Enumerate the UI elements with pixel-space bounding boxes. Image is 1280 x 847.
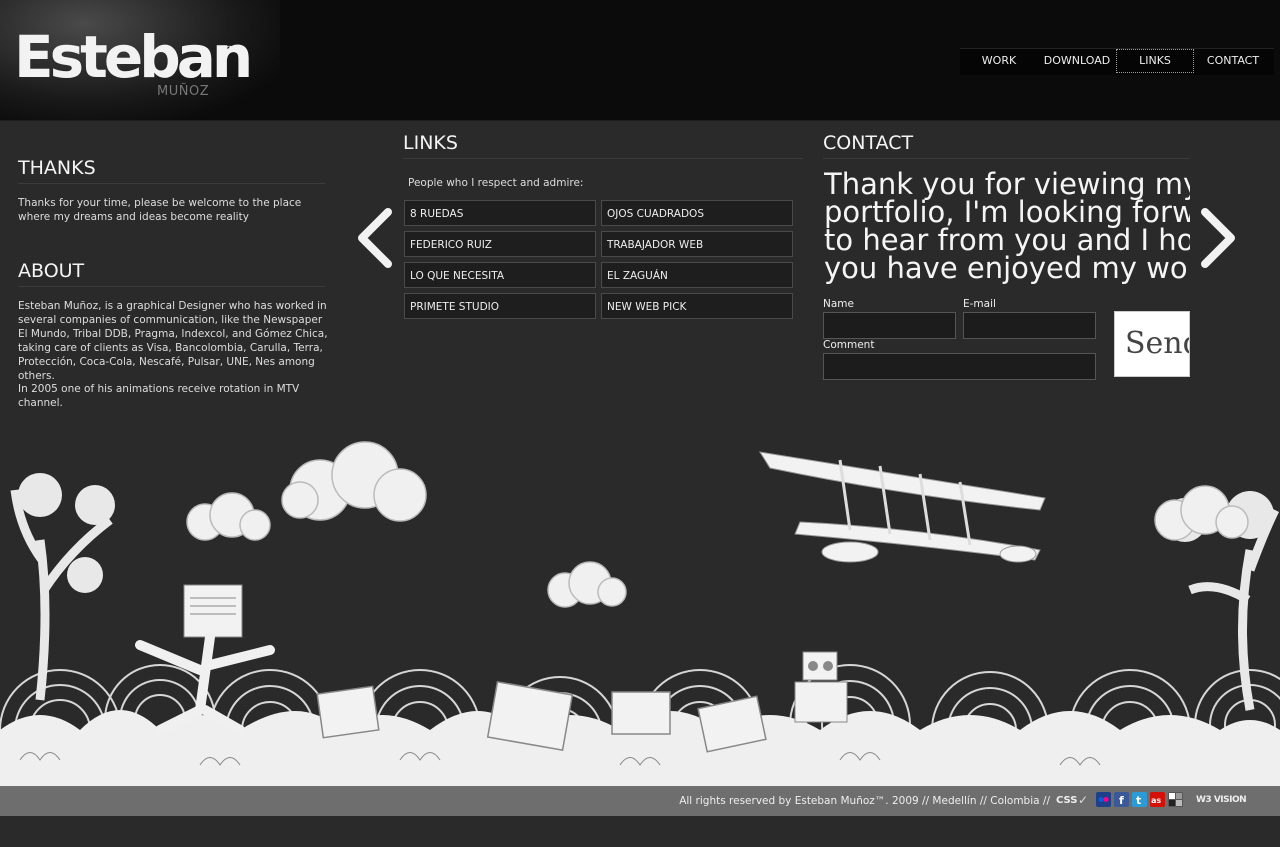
logo-subtitle: MUÑOZ <box>157 84 210 99</box>
nav-item-download[interactable]: DOWNLOAD <box>1038 49 1116 73</box>
delicious-icon[interactable] <box>1168 792 1183 807</box>
svg-text:as: as <box>1151 796 1161 805</box>
chevron-right-icon <box>1201 208 1235 268</box>
contact-message-line: you have enjoyed my work. <box>824 251 1190 285</box>
link-primete-studio[interactable]: PRIMETE STUDIO <box>404 293 596 319</box>
css-valid-badge[interactable]: CSS <box>1056 795 1077 806</box>
contact-message-line: to hear from you and I hope <box>824 223 1190 257</box>
link-8-ruedas[interactable]: 8 RUEDAS <box>404 200 596 226</box>
tree-crown <box>67 557 103 593</box>
logo-trademark: ™ <box>223 44 237 60</box>
flickr-icon[interactable] <box>1096 792 1111 807</box>
main-nav: WORK DOWNLOAD LINKS CONTACT <box>960 48 1274 75</box>
email-label: E-mail <box>963 298 996 310</box>
svg-text:t: t <box>1136 794 1141 807</box>
links-intro: People who I respect and admire: <box>408 177 584 189</box>
facebook-icon[interactable]: f <box>1114 792 1129 807</box>
name-label: Name <box>823 298 854 310</box>
footer-brand-logo[interactable]: W3 VISION <box>1196 795 1247 805</box>
site-footer: All rights reserved by Esteban Muñoz™. 2… <box>0 786 1280 816</box>
contact-message: Thank you for viewing my portfolio, I'm … <box>824 170 1190 290</box>
nav-item-links[interactable]: LINKS <box>1116 49 1194 73</box>
contact-message-line: Thank you for viewing my <box>824 170 1190 201</box>
site-logo[interactable]: Esteban ™ MUÑOZ <box>14 26 253 106</box>
comment-field[interactable] <box>823 353 1096 380</box>
contact-message-line: portfolio, I'm looking forwar <box>824 195 1190 229</box>
link-ojos-cuadrados[interactable]: OJOS CUADRADOS <box>601 200 793 226</box>
email-field[interactable] <box>963 312 1096 339</box>
airplane <box>758 451 1046 563</box>
nav-item-work[interactable]: WORK <box>960 49 1038 73</box>
thanks-text: Thanks for your time, please be welcome … <box>18 197 302 223</box>
link-lo-que-necesita[interactable]: LO QUE NECESITA <box>404 262 596 288</box>
about-heading: ABOUT <box>18 260 325 287</box>
name-field[interactable] <box>823 312 956 339</box>
robot <box>794 651 848 723</box>
cloud <box>1154 485 1249 541</box>
send-button[interactable]: Send <box>1114 311 1190 377</box>
tree-crown <box>18 473 62 517</box>
about-text: Esteban Muñoz, is a graphical Designer w… <box>18 300 328 382</box>
link-trabajador-web[interactable]: TRABAJADOR WEB <box>601 231 793 257</box>
nav-item-contact[interactable]: CONTACT <box>1194 49 1272 73</box>
clouds <box>186 441 1249 608</box>
cloud <box>281 441 427 522</box>
cloud <box>186 492 271 541</box>
link-federico-ruiz[interactable]: FEDERICO RUIZ <box>404 231 596 257</box>
thanks-heading: THANKS <box>18 157 325 184</box>
logo-name: Esteban <box>14 23 253 91</box>
svg-text:f: f <box>1119 794 1124 807</box>
comment-label: Comment <box>823 339 875 351</box>
check-icon: ✓ <box>1078 793 1089 807</box>
lastfm-icon[interactable]: as <box>1150 792 1165 807</box>
tree-right <box>1188 507 1280 711</box>
link-new-web-pick[interactable]: NEW WEB PICK <box>601 293 793 319</box>
radio-head-man <box>135 584 275 735</box>
chevron-left-icon <box>358 208 392 268</box>
twitter-icon[interactable]: t <box>1132 792 1147 807</box>
decorative-illustration <box>0 441 1280 786</box>
about-text-mtv: In 2005 one of his animations receive ro… <box>18 383 300 409</box>
link-el-zaguan[interactable]: EL ZAGUÁN <box>601 262 793 288</box>
contact-heading: CONTACT <box>823 132 1190 159</box>
tree-crown <box>75 485 115 525</box>
copyright-text: All rights reserved by Esteban Muñoz™. 2… <box>679 795 1050 807</box>
next-arrow-button[interactable] <box>1199 208 1239 268</box>
prev-arrow-button[interactable] <box>354 208 394 268</box>
page-bottom <box>0 816 1280 847</box>
cloud <box>547 561 627 608</box>
links-heading: LINKS <box>403 132 803 159</box>
site-header: Esteban ™ MUÑOZ WORK DOWNLOAD LINKS CONT… <box>0 0 1280 121</box>
